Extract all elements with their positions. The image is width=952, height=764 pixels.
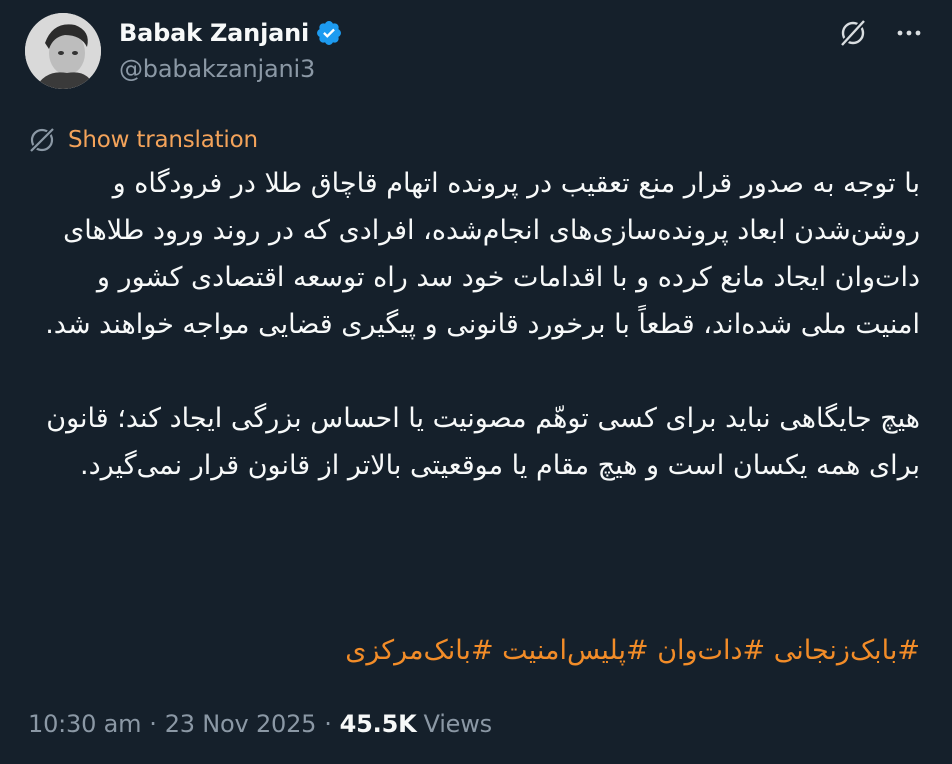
hashtag-link[interactable]: #بانک‌مرکزی — [345, 635, 493, 666]
avatar[interactable] — [25, 13, 101, 89]
more-options-icon[interactable] — [894, 18, 924, 52]
tweet-paragraph-2: هیچ جایگاهی نباید برای کسی توهّم مصونیت … — [46, 403, 920, 481]
grok-icon[interactable] — [838, 18, 868, 52]
tweet-time[interactable]: 10:30 am — [28, 710, 141, 738]
translate-row: Show translation — [28, 124, 258, 156]
views-label[interactable]: Views — [424, 710, 493, 738]
views-count[interactable]: 45.5K — [340, 710, 417, 738]
tweet-paragraph-1: با توجه به صدور قرار منع تعقیب در پرونده… — [45, 168, 920, 340]
name-row: Babak Zanjani — [119, 16, 343, 50]
tweet-header-actions — [838, 18, 924, 52]
hashtag-link[interactable]: #پلیس‌امنیت — [502, 635, 648, 666]
verified-badge-icon[interactable] — [315, 19, 343, 47]
meta-separator: · — [149, 710, 157, 738]
user-handle[interactable]: @babakzanjani3 — [119, 55, 315, 83]
hashtag-link[interactable]: #دات‌وان — [657, 635, 765, 666]
show-translation-link[interactable]: Show translation — [68, 127, 258, 153]
tweet-meta: 10:30 am · 23 Nov 2025 · 45.5K Views — [28, 706, 492, 742]
display-name[interactable]: Babak Zanjani — [119, 19, 309, 47]
tweet-text: با توجه به صدور قرار منع تعقیب در پرونده… — [28, 160, 920, 489]
tweet-card: Babak Zanjani @babakzanjani3 Show transl… — [0, 0, 952, 764]
avatar-photo — [25, 13, 101, 89]
tweet-date[interactable]: 23 Nov 2025 — [165, 710, 317, 738]
hashtag-link[interactable]: #بابک‌زنجانی — [774, 635, 920, 666]
meta-separator: · — [324, 710, 332, 738]
globe-icon — [28, 126, 56, 154]
hashtag-line: #بابک‌زنجانی #دات‌وان #پلیس‌امنیت #بانک‌… — [28, 627, 920, 674]
